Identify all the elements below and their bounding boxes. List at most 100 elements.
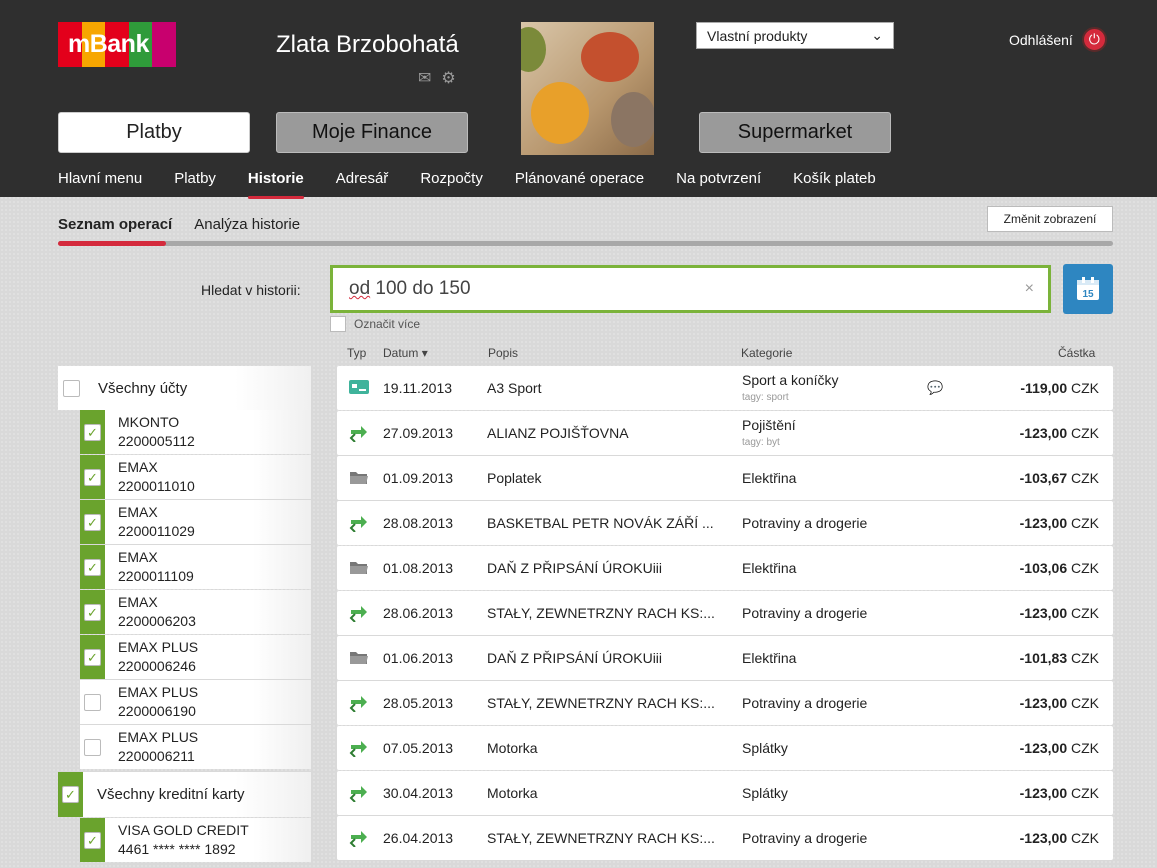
- tab-history-analysis[interactable]: Analýza historie: [194, 216, 300, 233]
- calendar-button[interactable]: 15: [1063, 264, 1113, 314]
- account-item[interactable]: ✓ EMAX 2200011109: [80, 545, 311, 589]
- row-category[interactable]: Elektřina: [742, 560, 796, 576]
- all-accounts-checkbox[interactable]: [63, 379, 80, 397]
- clear-search-icon[interactable]: ×: [1025, 280, 1034, 298]
- nav-item-main-menu[interactable]: Hlavní menu: [58, 170, 142, 197]
- row-category[interactable]: Pojištění: [742, 417, 796, 433]
- account-checkbox[interactable]: ✓: [84, 603, 101, 621]
- mark-more[interactable]: Označit více: [330, 316, 420, 332]
- logout-label[interactable]: Odhlášení: [1009, 32, 1073, 48]
- row-description: STAŁY, ZEWNETRZNY RACH KS:...: [487, 830, 715, 846]
- table-row[interactable]: 28.06.2013 STAŁY, ZEWNETRZNY RACH KS:... P…: [337, 591, 1113, 635]
- row-amount: -123,00 CZK: [1019, 740, 1099, 756]
- table-row[interactable]: 01.06.2013 DAŇ Z PŘIPSÁNÍ ÚROKUiii Elektři…: [337, 636, 1113, 680]
- table-row[interactable]: 28.05.2013 STAŁY, ZEWNETRZNY RACH KS:... P…: [337, 681, 1113, 725]
- account-checkbox[interactable]: ✓: [84, 468, 101, 486]
- transactions-table: 19.11.2013 A3 Sport Sport a koníčky tagy: s…: [337, 366, 1113, 861]
- account-item[interactable]: ✓ MKONTO 2200005112: [80, 410, 311, 454]
- table-row[interactable]: 01.08.2013 DAŇ Z PŘIPSÁNÍ ÚROKUiii Elektři…: [337, 546, 1113, 590]
- account-checkbox[interactable]: [84, 693, 101, 711]
- account-checkbox[interactable]: ✓: [84, 423, 101, 441]
- col-header-category: Kategorie: [741, 346, 793, 360]
- table-row[interactable]: 19.11.2013 A3 Sport Sport a koníčky tagy: s…: [337, 366, 1113, 410]
- nav-item-planned-operations[interactable]: Plánované operace: [515, 170, 644, 197]
- folder-icon: [349, 469, 369, 487]
- products-select[interactable]: Vlastní produkty ⌄: [696, 22, 894, 49]
- tab-operation-list[interactable]: Seznam operací: [58, 216, 172, 233]
- credit-card-list: ✓ VISA GOLD CREDIT 4461 **** **** 1892: [80, 818, 311, 863]
- account-checkbox[interactable]: ✓: [84, 831, 101, 849]
- row-description: Motorka: [487, 740, 538, 756]
- table-row[interactable]: 26.04.2013 STAŁY, ZEWNETRZNY RACH KS:... P…: [337, 816, 1113, 860]
- table-row[interactable]: 27.09.2013 ALIANZ POJIŠŤOVNA Pojištění tagy…: [337, 411, 1113, 455]
- account-number: 2200006203: [118, 613, 196, 629]
- table-row[interactable]: 01.09.2013 Poplatek Elektřina -103,67 CZK: [337, 456, 1113, 500]
- account-checkbox[interactable]: ✓: [84, 648, 101, 666]
- account-item[interactable]: ✓ EMAX 2200006203: [80, 590, 311, 634]
- nav-item-address-book[interactable]: Adresář: [336, 170, 389, 197]
- account-item[interactable]: ✓ EMAX 2200011029: [80, 500, 311, 544]
- transfer-icon: [349, 784, 369, 803]
- mark-more-checkbox[interactable]: [330, 316, 346, 332]
- account-item[interactable]: ✓ EMAX 2200011010: [80, 455, 311, 499]
- calendar-icon: 15: [1077, 277, 1099, 300]
- account-checkbox[interactable]: ✓: [84, 513, 101, 531]
- account-item[interactable]: EMAX PLUS 2200006190: [80, 680, 311, 724]
- all-accounts-toggle[interactable]: Všechny účty: [58, 366, 311, 410]
- row-amount: -123,00 CZK: [1019, 830, 1099, 846]
- table-row[interactable]: 07.05.2013 Motorka Splátky -123,00 CZK: [337, 726, 1113, 770]
- account-checkbox[interactable]: ✓: [84, 558, 101, 576]
- col-header-date[interactable]: Datum ▾: [383, 346, 428, 360]
- power-icon[interactable]: ⏻: [1081, 27, 1107, 52]
- table-row[interactable]: 28.08.2013 BASKETBAL PETR NOVÁK ZÁŘÍ ... P…: [337, 501, 1113, 545]
- table-row[interactable]: 30.04.2013 Motorka Splátky -123,00 CZK: [337, 771, 1113, 815]
- row-date: 30.04.2013: [383, 785, 454, 801]
- logout[interactable]: Odhlášení ⏻: [1009, 27, 1107, 52]
- row-date: 01.08.2013: [383, 560, 454, 576]
- row-category[interactable]: Potraviny a drogerie: [742, 695, 867, 711]
- account-number: 2200006246: [118, 658, 196, 674]
- account-item[interactable]: ✓ VISA GOLD CREDIT 4461 **** **** 1892: [80, 818, 311, 862]
- all-credit-cards-checkbox[interactable]: ✓: [62, 786, 79, 803]
- payments-big-button[interactable]: Platby: [58, 112, 250, 153]
- transfer-icon: [349, 829, 369, 848]
- row-amount: -123,00 CZK: [1019, 605, 1099, 621]
- search-input[interactable]: od 100 do 150 ×: [330, 265, 1051, 313]
- logo-text: mBank: [68, 30, 149, 58]
- row-category[interactable]: Elektřina: [742, 470, 796, 486]
- nav-item-payments[interactable]: Platby: [174, 170, 216, 197]
- row-date: 27.09.2013: [383, 425, 454, 441]
- folder-icon: [349, 559, 369, 577]
- row-tags: tagy: sport: [742, 392, 789, 403]
- row-date: 28.05.2013: [383, 695, 454, 711]
- row-category[interactable]: Potraviny a drogerie: [742, 605, 867, 621]
- row-category[interactable]: Splátky: [742, 740, 788, 756]
- my-finance-big-button[interactable]: Moje Finance: [276, 112, 468, 153]
- all-credit-cards-toggle[interactable]: ✓ Všechny kreditní karty: [58, 772, 311, 817]
- row-category[interactable]: Sport a koníčky: [742, 372, 839, 388]
- account-number: 2200006190: [118, 703, 196, 719]
- account-name: EMAX: [118, 504, 158, 520]
- row-category[interactable]: Elektřina: [742, 650, 796, 666]
- account-name: EMAX: [118, 549, 158, 565]
- nav-item-history[interactable]: Historie: [247, 170, 304, 199]
- mbank-logo[interactable]: mBank: [58, 22, 176, 67]
- row-description: DAŇ Z PŘIPSÁNÍ ÚROKUiii: [487, 650, 663, 666]
- account-checkbox[interactable]: [84, 738, 101, 756]
- account-item[interactable]: ✓ EMAX PLUS 2200006246: [80, 635, 311, 679]
- change-view-button[interactable]: Změnit zobrazení: [987, 206, 1113, 232]
- row-category[interactable]: Splátky: [742, 785, 788, 801]
- gear-icon[interactable]: ⚙: [441, 70, 455, 88]
- nav-item-to-confirm[interactable]: Na potvrzení: [676, 170, 761, 197]
- row-date: 07.05.2013: [383, 740, 454, 756]
- mail-icon[interactable]: ✉: [418, 70, 431, 88]
- nav-item-budgets[interactable]: Rozpočty: [420, 170, 483, 197]
- comment-icon[interactable]: 💬: [927, 380, 943, 396]
- search-value[interactable]: od 100 do 150: [349, 278, 471, 300]
- row-category[interactable]: Potraviny a drogerie: [742, 515, 867, 531]
- account-item[interactable]: EMAX PLUS 2200006211: [80, 725, 311, 769]
- supermarket-big-button[interactable]: Supermarket: [699, 112, 891, 153]
- row-description: STAŁY, ZEWNETRZNY RACH KS:...: [487, 695, 715, 711]
- nav-item-payment-basket[interactable]: Košík plateb: [793, 170, 876, 197]
- row-category[interactable]: Potraviny a drogerie: [742, 830, 867, 846]
